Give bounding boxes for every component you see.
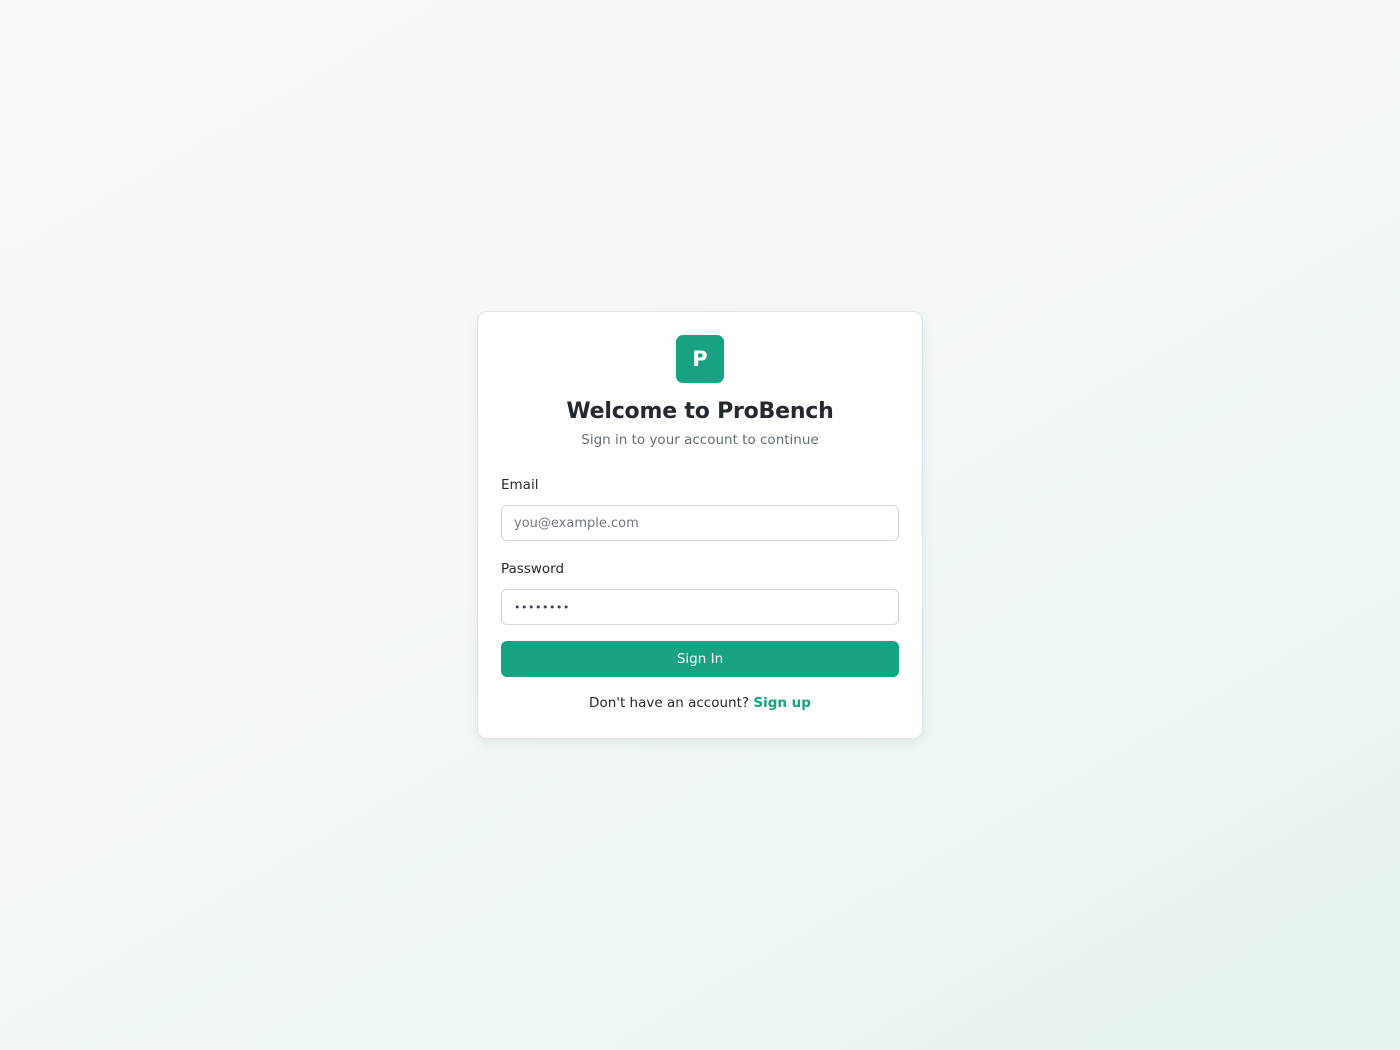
brand-logo: P: [676, 335, 724, 383]
login-card: P Welcome to ProBench Sign in to your ac…: [477, 311, 923, 739]
password-label: Password: [501, 561, 565, 577]
sign-up-link[interactable]: Sign up: [753, 695, 811, 711]
page-title: Welcome to ProBench: [566, 399, 834, 424]
login-form: Email Password Sign In: [501, 475, 899, 677]
email-label: Email: [501, 477, 539, 493]
signup-prompt: Don't have an account? Sign up: [501, 693, 899, 713]
password-field[interactable]: [501, 589, 899, 625]
signup-prompt-text: Don't have an account?: [589, 695, 750, 711]
page-subtitle: Sign in to your account to continue: [581, 432, 819, 448]
email-field[interactable]: [501, 505, 899, 541]
sign-in-button[interactable]: Sign In: [501, 641, 899, 677]
